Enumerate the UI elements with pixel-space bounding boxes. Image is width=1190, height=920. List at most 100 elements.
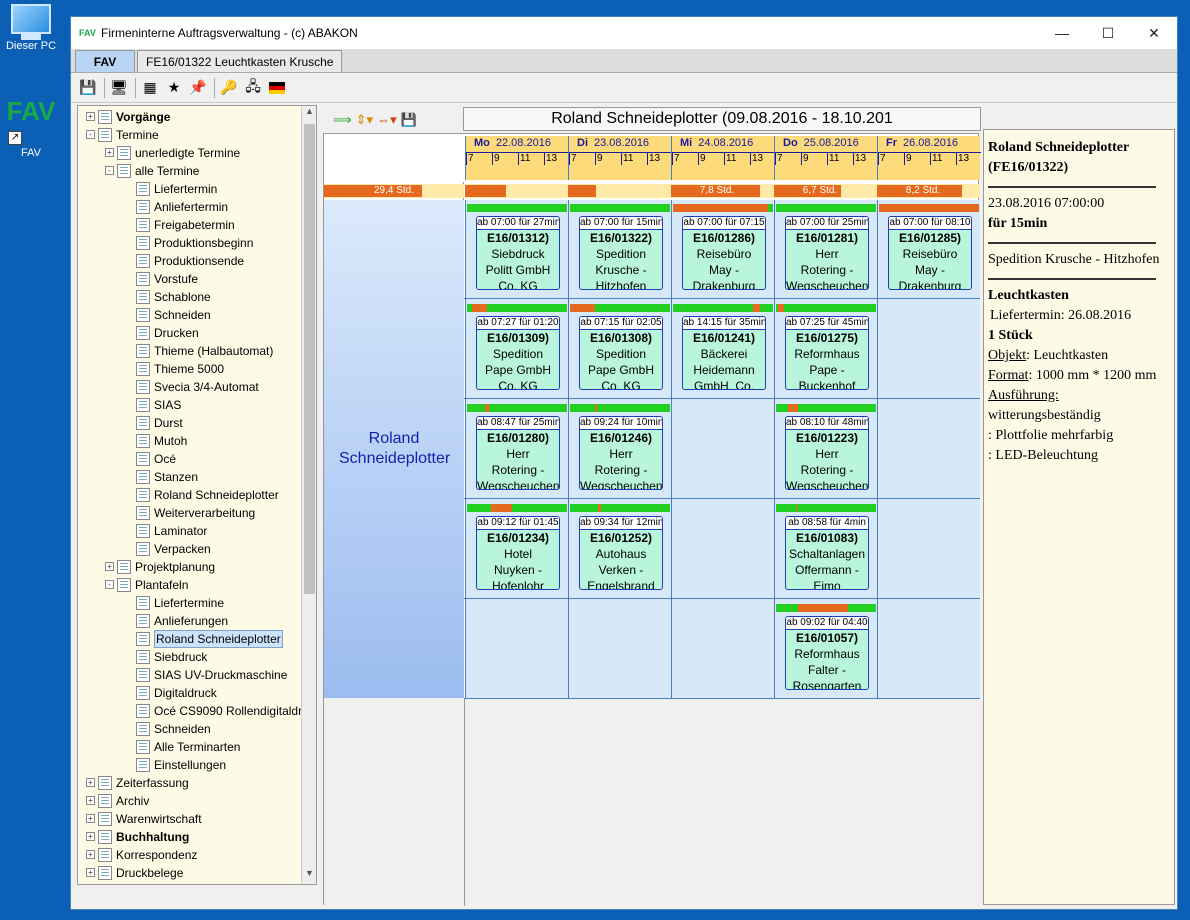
appointment-card[interactable]: ab 07:00 für 15min E16/01322) Spedition Kru… [579, 216, 663, 290]
appointment-card[interactable]: ab 07:27 für 01:20 E16/01309) Spedition Pap… [476, 316, 560, 390]
tree-item[interactable]: Siebdruck [78, 648, 303, 666]
tree-item[interactable]: Stanzen [78, 468, 303, 486]
title-bar[interactable]: FAV Firmeninterne Auftragsverwaltung - (… [71, 17, 1177, 49]
tab-fav[interactable]: FAV [75, 50, 135, 72]
appointment-card[interactable]: ab 07:00 für 08:10 E16/01285) Reisebüro May… [888, 216, 972, 290]
close-icon[interactable]: ✕ [1131, 17, 1177, 49]
tree-item[interactable]: Océ [78, 450, 303, 468]
day-header[interactable]: Do 25.08.2016 7 9 11 13 [774, 136, 878, 180]
tree-item[interactable]: Roland Schneideplotter [78, 630, 303, 648]
day-header[interactable]: Fr 26.08.2016 7 9 11 13 [877, 136, 981, 180]
tree-item[interactable]: Schneiden [78, 306, 303, 324]
desktop-icon-this-pc[interactable]: Dieser PC [0, 4, 62, 52]
day-header[interactable]: Mo 22.08.2016 7 9 11 13 [465, 136, 569, 180]
appointment-card[interactable]: ab 07:00 für 25min E16/01281) Herr Rotering… [785, 216, 869, 290]
fit-width-icon[interactable]: ⇔▾ [377, 112, 397, 128]
tree-item[interactable]: Thieme (Halbautomat) [78, 342, 303, 360]
tree-item[interactable]: Océ CS9090 Rollendigitaldr [78, 702, 303, 720]
desktop-icon-fav[interactable]: FAV ↗ FAV [0, 96, 62, 159]
navigate-arrow-icon[interactable]: ⟹ [333, 112, 352, 128]
planner-save-icon[interactable]: 💾 [401, 112, 417, 128]
tree-item[interactable]: + Vorgänge [78, 108, 303, 126]
scroll-down-icon[interactable]: ▼ [302, 868, 316, 884]
tree-item[interactable]: + unerledigte Termine [78, 144, 303, 162]
tree-scrollbar[interactable]: ▲ ▼ [301, 106, 316, 884]
appointment-card[interactable]: ab 08:10 für 48min E16/01223) Herr Rotering… [785, 416, 869, 490]
appointment-card[interactable]: ab 08:47 für 25min E16/01280) Herr Rotering… [476, 416, 560, 490]
maximize-icon[interactable]: ☐ [1085, 17, 1131, 49]
expand-icon[interactable]: + [105, 562, 114, 571]
tree-item[interactable]: - Termine [78, 126, 303, 144]
tree-item[interactable]: Roland Schneideplotter [78, 486, 303, 504]
structure-icon[interactable]: ▦ [139, 77, 161, 99]
tree-item[interactable]: Svecia 3/4-Automat [78, 378, 303, 396]
expand-icon[interactable]: + [86, 868, 95, 877]
tree-item[interactable]: Liefertermine [78, 594, 303, 612]
tree-item[interactable]: + Korrespondenz [78, 846, 303, 864]
tree-item[interactable]: Anliefertermin [78, 198, 303, 216]
save-icon[interactable]: 💾 [77, 77, 99, 99]
tree-item[interactable]: Alle Terminarten [78, 738, 303, 756]
tree-item[interactable]: + Druckbelege [78, 864, 303, 882]
tree-item[interactable]: Verpacken [78, 540, 303, 558]
appointment-card[interactable]: ab 07:15 für 02:05 E16/01308) Spedition Pap… [579, 316, 663, 390]
collapse-icon[interactable]: - [86, 130, 95, 139]
tree-item[interactable]: Laminator [78, 522, 303, 540]
tree-item[interactable]: Anlieferungen [78, 612, 303, 630]
key-icon[interactable]: 🔑 [218, 77, 240, 99]
tree-item[interactable]: - alle Termine [78, 162, 303, 180]
tree-item[interactable]: Produktionsbeginn [78, 234, 303, 252]
tree-item[interactable]: + Zeiterfassung [78, 774, 303, 792]
collapse-icon[interactable]: - [105, 166, 114, 175]
monitor-icon[interactable]: 🖥 [108, 77, 130, 99]
appointment-card[interactable]: ab 09:24 für 10min E16/01246) Herr Rotering… [579, 416, 663, 490]
german-flag-icon[interactable] [266, 77, 288, 99]
expand-icon[interactable]: + [86, 778, 95, 787]
tree-item[interactable]: Drucken [78, 324, 303, 342]
day-header[interactable]: Mi 24.08.2016 7 9 11 13 [671, 136, 775, 180]
appointment-card[interactable]: ab 09:12 für 01:45 E16/01234) Hotel Nuyken … [476, 516, 560, 590]
appointment-card[interactable]: ab 08:58 für 4min E16/01083) Schaltanlagen… [785, 516, 869, 590]
tree-item[interactable]: Thieme 5000 [78, 360, 303, 378]
tree-item[interactable]: Liefertermin [78, 180, 303, 198]
fit-height-icon[interactable]: ⇕▾ [356, 112, 373, 128]
tree-item[interactable]: SIAS UV-Druckmaschine [78, 666, 303, 684]
tree-item[interactable]: Schneiden [78, 720, 303, 738]
tree-item[interactable]: Vorstufe [78, 270, 303, 288]
scroll-up-icon[interactable]: ▲ [302, 106, 316, 122]
expand-icon[interactable]: + [86, 112, 95, 121]
scrollbar-thumb[interactable] [304, 124, 315, 594]
resource-name[interactable]: Roland Schneideplotter [324, 200, 464, 698]
tree-item[interactable]: Freigabetermin [78, 216, 303, 234]
tree-item[interactable]: + Archiv [78, 792, 303, 810]
tree-item[interactable]: Durst [78, 414, 303, 432]
tree-item[interactable]: Digitaldruck [78, 684, 303, 702]
appointment-card[interactable]: ab 07:00 für 07:15 E16/01286) Reisebüro May… [682, 216, 766, 290]
tree-item[interactable]: Einstellungen [78, 756, 303, 774]
expand-icon[interactable]: + [105, 148, 114, 157]
tree-item[interactable]: + Warenwirtschaft [78, 810, 303, 828]
tree-item[interactable]: Schablone [78, 288, 303, 306]
tab-order-document[interactable]: FE16/01322 Leuchtkasten Krusche [137, 50, 343, 72]
appointment-card[interactable]: ab 09:34 für 12min E16/01252) Autohaus Verk… [579, 516, 663, 590]
expand-icon[interactable]: + [86, 832, 95, 841]
appointment-card[interactable]: ab 07:00 für 27min E16/01312) Siebdruck Pol… [476, 216, 560, 290]
appointment-card[interactable]: ab 09:02 für 04:40 E16/01057) Reformhaus Fa… [785, 616, 869, 690]
tree-item[interactable]: - Plantafeln [78, 576, 303, 594]
tree-item[interactable]: + Buchhaltung [78, 828, 303, 846]
appointment-card[interactable]: ab 14:15 für 35min E16/01241) Bäckerei Heid… [682, 316, 766, 390]
minimize-icon[interactable]: — [1039, 17, 1085, 49]
expand-icon[interactable]: + [86, 814, 95, 823]
pin-icon[interactable]: 📌 [187, 77, 209, 99]
expand-icon[interactable]: + [86, 850, 95, 859]
tree-item[interactable]: Produktionsende [78, 252, 303, 270]
favorite-star-icon[interactable]: ★ [163, 77, 185, 99]
tree-item[interactable]: SIAS [78, 396, 303, 414]
tree-item[interactable]: Mutoh [78, 432, 303, 450]
appointment-card[interactable]: ab 07:25 für 45min E16/01275) Reformhaus Pa… [785, 316, 869, 390]
network-icon[interactable]: 🖧 [242, 77, 264, 99]
collapse-icon[interactable]: - [105, 580, 114, 589]
expand-icon[interactable]: + [86, 796, 95, 805]
tree-item[interactable]: + Projektplanung [78, 558, 303, 576]
tree-item[interactable]: Weiterverarbeitung [78, 504, 303, 522]
